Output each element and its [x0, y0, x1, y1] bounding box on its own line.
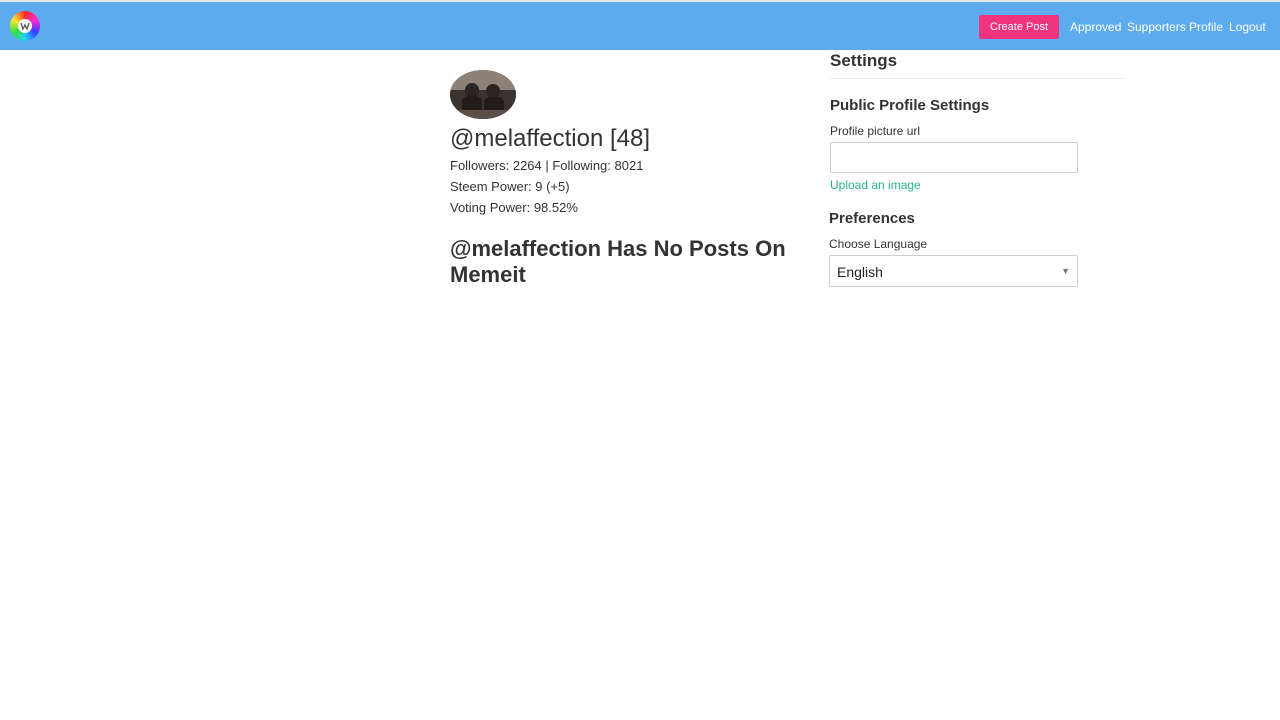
profile-handle: @melaffection [48] [450, 125, 651, 152]
language-selected-value: English [837, 264, 883, 280]
steem-power: Steem Power: 9 (+5) [450, 179, 570, 194]
user-avatar-photo [450, 70, 516, 119]
nav-link-approved[interactable]: Approved [1070, 19, 1121, 35]
avatar-image [450, 70, 516, 119]
memeit-logo-icon[interactable] [10, 11, 40, 41]
profile-picture-url-input[interactable] [830, 142, 1078, 173]
nav-link-logout[interactable]: Logout [1229, 19, 1266, 35]
no-posts-message: @melaffection Has No Posts On Memeit [450, 236, 786, 287]
profile-picture-url-label: Profile picture url [830, 124, 921, 138]
nav-link-profile[interactable]: Profile [1189, 19, 1223, 35]
caret-down-icon: ▼ [1061, 266, 1070, 276]
create-post-button[interactable]: Create Post [979, 15, 1059, 39]
public-profile-heading: Public Profile Settings [830, 97, 990, 114]
upload-image-link[interactable]: Upload an image [830, 178, 921, 192]
preferences-heading: Preferences [829, 210, 915, 227]
followers-following: Followers: 2264 | Following: 8021 [450, 158, 644, 173]
choose-language-label: Choose Language [829, 237, 928, 251]
nav-link-supporters[interactable]: Supporters [1127, 19, 1186, 35]
logo-mark-icon [20, 22, 30, 31]
settings-divider [830, 78, 1126, 79]
settings-title: Settings [830, 51, 898, 70]
language-select[interactable]: English ▼ [829, 255, 1078, 287]
top-navbar: Create Post Approved Supporters Profile … [0, 2, 1280, 50]
logo-center [18, 19, 32, 33]
voting-power: Voting Power: 98.52% [450, 200, 578, 215]
